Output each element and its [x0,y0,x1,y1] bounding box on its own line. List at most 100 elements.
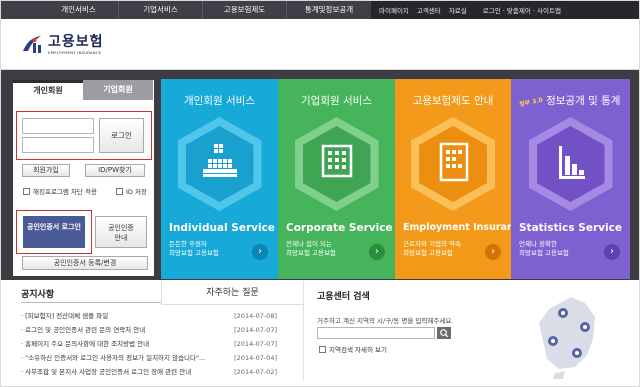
utility-menu: 마이페이지 고객센터 자료실 로그인 · 맞춤제어 · 사이트맵 [371,1,639,19]
list-item[interactable]: · 로그인 및 공인인증서 관련 문의 연락처 안내 [2014-07-07] [21,323,277,337]
hexagon-graphic [528,117,613,211]
notice-date: [2014-07-07] [234,326,277,334]
util-mypage[interactable]: 마이페이지 [379,5,409,15]
notice-date: [2014-07-08] [234,312,277,320]
login-button[interactable]: 로그인 [99,118,144,153]
notice-date: [2014-07-02] [234,368,277,376]
center-search-desc: 거주하고 계신 지역의 시/구/동 명을 입력해주세요. [317,317,454,325]
list-item[interactable]: · [피보험자] 전산대체 샘플 파일 [2014-07-08] [21,309,277,323]
korea-map-icon[interactable] [529,293,609,383]
list-item[interactable]: · 홈페이지 주요 문의사항에 대한 조치방법 안내 [2014-07-07] [21,337,277,351]
logo-icon [21,34,45,56]
hexagon-graphic [177,117,262,211]
list-item[interactable]: · 사무조합 및 본지사 사업장 공인인증서 로그인 장애 관련 안내 [2014… [21,365,277,379]
join-button[interactable]: 회원가입 [22,164,70,177]
menu-statistics[interactable]: 통계및정보공개 [287,1,371,19]
person-icon [202,144,237,177]
util-archive[interactable]: 자료실 [449,5,467,15]
hexagon-graphic [294,117,379,211]
cert-register-button[interactable]: 공인인증서 등록/변경 [22,256,148,270]
slogan-line: 희망보험 고용보험 [403,249,453,257]
password-input[interactable] [22,137,94,153]
gov30-badge: 정부 3.0 [518,96,544,109]
center-search-input[interactable] [317,327,435,339]
bar-chart-icon [558,146,585,179]
notice-list: · [피보험자] 전산대체 샘플 파일 [2014-07-08] · 로그인 및 … [21,309,277,379]
checkbox-box [23,187,30,195]
find-id-pw-button[interactable]: ID/PW찾기 [85,164,145,177]
corporate-service-card[interactable]: 기업회원 서비스 Corporate Service 언제나 힘이 되는 희망보험… [278,79,395,279]
save-id-checkbox[interactable]: ID 저장 [116,186,147,196]
slogan-line: 근로자와 기업의 약속 [403,240,461,248]
service-title: 기업회원 서비스 [301,95,372,107]
service-english-title: Individual Service [169,222,275,234]
slogan-line: 든든한 후원자 [169,240,207,248]
slogan-line: 언제나 정확한 [519,240,557,248]
service-title: 정부 3.0 정보공개 및 통계 [519,93,630,108]
notice-date: [2014-07-07] [234,340,277,348]
cert-login-label: 공인인증서 로그인 [27,223,81,231]
login-panel: 개인회원 기업회원 로그인 회원가입 ID/PW찾기 해킹프로그램 차단 적용 … [13,80,154,276]
arrow-right-icon[interactable]: › [485,244,501,260]
service-slogan: 든든한 후원자 희망보험 고용보험 [169,240,219,258]
individual-service-card[interactable]: 개인회원 서비스 Individual Service 든든한 후원자 희망보험 … [161,79,278,279]
hacking-block-checkbox[interactable]: 해킹프로그램 차단 적용 [23,186,97,196]
tab-personal-member[interactable]: 개인회원 [13,80,83,100]
menu-employment-insurance[interactable]: 고용보험제도 [203,1,287,19]
top-navigation-bar: 개인서비스 기업서비스 고용보험제도 통계및정보공개 마이페이지 고객센터 자료… [1,1,639,19]
service-title: 고용보험제도 안내 [412,95,494,107]
main-menu: 개인서비스 기업서비스 고용보험제도 통계및정보공개 [39,1,371,19]
checkbox-box [319,345,326,353]
arrow-right-icon[interactable]: › [252,244,268,260]
center-search-title: 고용센터 검색 [317,292,370,302]
service-title: 개인회원 서비스 [184,95,255,107]
notice-text: 로그인 및 공인인증서 관련 문의 연락처 안내 [25,326,146,334]
service-slogan: 근로자와 기업의 약속 희망보험 고용보험 [403,240,461,258]
notice-text: [피보험자] 전산대체 샘플 파일 [25,312,109,320]
notice-text: 홈페이지 주요 문의사항에 대한 조치방법 안내 [25,340,150,348]
user-id-input[interactable] [22,118,94,134]
service-english-title: Corporate Service [286,222,393,234]
service-slogan: 언제나 정확한 희망보험 고용보험 [519,240,569,258]
region-detail-link[interactable]: 지역검색 자세히 보기 [319,344,387,354]
statistics-service-card[interactable]: 정부 3.0 정보공개 및 통계 Statistics Service 언제나 … [511,79,630,279]
arrow-right-icon[interactable]: › [369,244,385,260]
service-english-title: Employment Insurance [403,222,511,233]
util-login-sitemap[interactable]: 로그인 · 맞춤제어 · 사이트맵 [483,5,561,15]
arrow-right-icon[interactable]: › [604,244,620,260]
menu-corporate-service[interactable]: 기업서비스 [119,1,203,19]
faq-tab[interactable]: 자주하는 질문 [161,281,304,305]
tab-corporate-member[interactable]: 기업회원 [83,80,153,100]
notice-title[interactable]: 공지사항 [21,287,54,300]
employment-insurance-card[interactable]: 고용보험제도 안내 Employment Insurance 근로자와 기업의 … [395,79,511,279]
service-slogan: 언제나 힘이 되는 희망보험 고용보험 [286,240,336,258]
hexagon-graphic [411,117,495,211]
region-detail-label: 지역검색 자세히 보기 [329,346,387,354]
notice-text: 사무조합 및 본지사 사업장 공인인증서 로그인 장애 관련 안내 [25,368,192,376]
search-icon [440,329,449,338]
cert-guide-button[interactable]: 공인인증 안내 [95,216,147,248]
menu-individual-service[interactable]: 개인서비스 [39,1,119,19]
service-english-title: Statistics Service [519,222,622,234]
slogan-line: 언제나 힘이 되는 [286,240,332,248]
logo-subtitle: EMPLOYMENT INSURANCE [48,50,102,55]
cert-login-button[interactable]: 공인인증서 로그인 [23,216,85,248]
save-id-label: ID 저장 [126,188,147,196]
notice-date: [2014-07-04] [234,354,277,362]
slogan-line: 희망보험 고용보험 [286,249,336,257]
document-icon [439,142,469,182]
section-divider [303,281,304,381]
util-customer-center[interactable]: 고객센터 [417,5,441,15]
site-logo[interactable]: 고용보험 EMPLOYMENT INSURANCE [21,34,104,56]
notice-text: "소유하신 인증서와 로그인 사용자의 정보가 일치하지 않습니다"... [25,354,206,362]
slogan-line: 희망보험 고용보험 [169,249,219,257]
page-root: 개인서비스 기업서비스 고용보험제도 통계및정보공개 마이페이지 고객센터 자료… [0,0,640,387]
center-search-button[interactable] [437,327,451,339]
building-icon [321,144,352,178]
hacking-block-label: 해킹프로그램 차단 적용 [33,188,97,196]
logo-title: 고용보험 [48,34,104,50]
checkbox-box [116,187,123,195]
slogan-line: 희망보험 고용보험 [519,249,569,257]
list-item[interactable]: · "소유하신 인증서와 로그인 사용자의 정보가 일치하지 않습니다"...[… [21,351,277,365]
service-title-text: 정보공개 및 통계 [546,95,621,107]
